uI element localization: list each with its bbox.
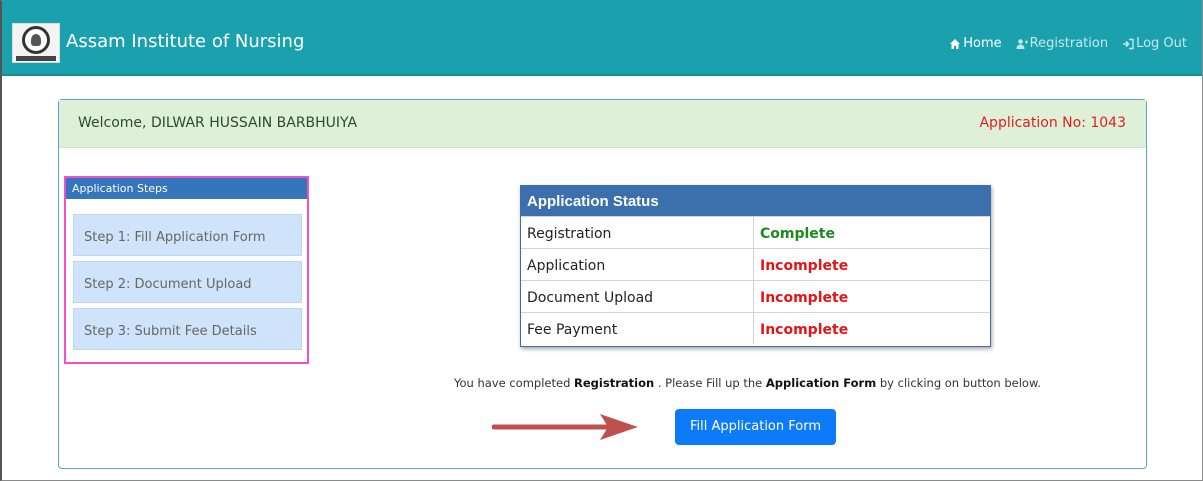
status-table-title: Application Status — [521, 186, 990, 216]
top-navbar: Assam Institute of Nursing Home Registra… — [2, 0, 1202, 76]
application-status-table: Application Status Registration Complete… — [520, 185, 991, 347]
status-row-value: Incomplete — [760, 258, 849, 274]
status-row: Document Upload Incomplete — [521, 280, 990, 312]
application-number: Application No: 1043 — [979, 115, 1126, 131]
logo-emblem — [22, 26, 50, 54]
steps-title: Application Steps — [66, 178, 307, 199]
instruction-message: You have completed Registration . Please… — [454, 376, 1041, 390]
fill-application-form-button[interactable]: Fill Application Form — [675, 409, 836, 445]
home-icon — [950, 38, 961, 49]
status-row-label: Registration — [527, 226, 612, 242]
nav-registration-label: Registration — [1029, 36, 1109, 51]
logo-banner — [16, 56, 56, 61]
status-row-value: Complete — [760, 226, 835, 242]
sign-out-icon — [1123, 38, 1134, 49]
message-text: by clicking on button below. — [876, 376, 1041, 390]
nav-logout-label: Log Out — [1136, 36, 1187, 51]
nav-home-link[interactable]: Home — [949, 36, 1002, 51]
step-submit-fee-details[interactable]: Step 3: Submit Fee Details — [73, 308, 302, 350]
status-row-label: Document Upload — [527, 290, 654, 306]
nav-home-label: Home — [963, 36, 1002, 51]
user-plus-icon — [1016, 38, 1028, 49]
step-fill-application-form[interactable]: Step 1: Fill Application Form — [73, 214, 302, 256]
welcome-text: Welcome, DILWAR HUSSAIN BARBHUIYA — [78, 115, 358, 131]
step-document-upload[interactable]: Step 2: Document Upload — [73, 261, 302, 303]
status-row: Registration Complete — [521, 216, 990, 248]
status-row: Application Incomplete — [521, 248, 990, 280]
message-bold-application-form: Application Form — [765, 376, 877, 390]
status-row-value: Incomplete — [760, 290, 849, 306]
brand-title[interactable]: Assam Institute of Nursing — [66, 31, 304, 52]
pointer-arrow-icon — [492, 414, 638, 440]
nav-links: Home Registration Log Out — [949, 36, 1187, 51]
status-row-value: Incomplete — [760, 322, 849, 338]
dashboard-panel: Welcome, DILWAR HUSSAIN BARBHUIYA Applic… — [58, 99, 1147, 469]
panel-header: Welcome, DILWAR HUSSAIN BARBHUIYA Applic… — [59, 100, 1146, 148]
message-bold-registration: Registration — [574, 376, 655, 390]
institute-logo[interactable] — [12, 23, 60, 63]
nav-registration-link[interactable]: Registration — [1016, 36, 1108, 51]
status-row-label: Application — [527, 258, 606, 274]
application-steps-box: Application Steps Step 1: Fill Applicati… — [64, 176, 309, 364]
status-row-label: Fee Payment — [527, 322, 618, 338]
status-row: Fee Payment Incomplete — [521, 312, 990, 344]
message-text: You have completed — [454, 376, 575, 390]
nav-logout-link[interactable]: Log Out — [1122, 36, 1187, 51]
message-text: . Please Fill up the — [654, 376, 766, 390]
